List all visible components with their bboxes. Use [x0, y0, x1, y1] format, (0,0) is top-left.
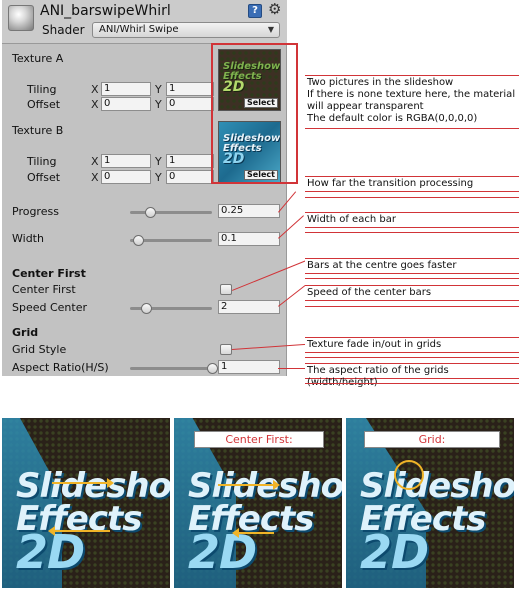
texture-a-tiling-y-field[interactable]: 1 — [166, 82, 214, 96]
texture-a-tiling-x-field[interactable]: 1 — [101, 82, 151, 96]
width-field[interactable]: 0.1 — [218, 232, 280, 246]
shader-dropdown-value: ANI/Whirl Swipe — [99, 24, 179, 35]
texture-b-offset-label: Offset — [27, 171, 61, 184]
width-slider-thumb[interactable] — [132, 235, 144, 246]
texture-b-tiling-y-field[interactable]: 1 — [166, 154, 214, 168]
arrow-right-icon — [218, 480, 280, 490]
note-center-first-underline — [305, 278, 519, 279]
preview-center-first-caption: Center First: — [194, 431, 324, 448]
preview-grid-caption: Grid: — [364, 431, 500, 448]
preview-grid: Grid: Slideshow Effects 2D — [346, 418, 514, 588]
center-first-label: Center First — [12, 283, 76, 296]
shader-label: Shader — [42, 23, 85, 37]
texture-a-offset-label: Offset — [27, 98, 61, 111]
texture-b-tiling-label: Tiling — [27, 155, 57, 168]
note-progress: How far the transition processing — [305, 176, 519, 192]
progress-slider-thumb[interactable] — [145, 207, 156, 218]
chevron-down-icon: ▼ — [267, 25, 274, 34]
preview-default-logo: Slideshow Effects 2D — [16, 466, 170, 579]
speed-center-label: Speed Center — [12, 301, 88, 314]
arrow-right-icon — [52, 478, 114, 488]
texture-a-tiling-y-axis: Y — [155, 83, 162, 96]
aspect-ratio-field[interactable]: 1 — [218, 360, 280, 374]
texture-a-offset-x-field[interactable]: 0 — [101, 97, 151, 111]
progress-label: Progress — [12, 205, 59, 218]
grid-section-title: Grid — [12, 326, 39, 339]
material-title: ANI_barswipeWhirl — [40, 3, 171, 19]
texture-a-tiling-label: Tiling — [27, 83, 57, 96]
note-aspect-underline — [305, 383, 519, 384]
help-book-icon[interactable]: ? — [248, 4, 262, 18]
note-aspect: The aspect ratio of the grids (width/hei… — [305, 363, 519, 388]
textures-highlight-box — [211, 43, 298, 184]
width-label: Width — [12, 232, 44, 245]
preview-default: Slideshow Effects 2D — [2, 418, 170, 588]
note-aspect-leader — [278, 368, 306, 369]
progress-slider-track[interactable] — [130, 211, 212, 214]
center-first-checkbox[interactable] — [220, 284, 232, 295]
speed-center-field[interactable]: 2 — [218, 300, 280, 314]
arrow-left-icon — [232, 528, 274, 538]
speed-center-slider-thumb[interactable] — [140, 303, 152, 314]
aspect-ratio-label: Aspect Ratio(H/S) — [12, 361, 109, 374]
texture-a-offset-y-axis: Y — [155, 98, 162, 111]
grid-style-label: Grid Style — [12, 343, 67, 356]
texture-b-label: Texture B — [12, 124, 64, 137]
grid-style-checkbox[interactable] — [220, 344, 232, 355]
note-width-underline — [305, 232, 519, 233]
note-progress-underline — [305, 197, 519, 198]
highlight-circle-icon — [394, 460, 424, 490]
note-textures: Two pictures in the slideshow If there i… — [305, 75, 519, 129]
note-grid-style-underline — [305, 357, 519, 358]
texture-a-offset-y-field[interactable]: 0 — [166, 97, 214, 111]
texture-b-offset-y-field[interactable]: 0 — [166, 170, 214, 184]
inspector-header: ANI_barswipeWhirl ? ⚙ Shader ANI/Whirl S… — [2, 0, 287, 44]
arrow-left-icon — [48, 526, 110, 536]
material-sphere-icon — [8, 5, 34, 31]
note-speed-center: Speed of the center bars — [305, 285, 519, 301]
texture-b-offset-x-axis: X — [91, 171, 99, 184]
texture-b-tiling-x-axis: X — [91, 155, 99, 168]
texture-a-tiling-x-axis: X — [91, 83, 99, 96]
note-center-first: Bars at the centre goes faster — [305, 258, 519, 274]
texture-b-offset-y-axis: Y — [155, 171, 162, 184]
aspect-ratio-slider-track[interactable] — [130, 367, 212, 370]
texture-b-tiling-y-axis: Y — [155, 155, 162, 168]
center-first-section-title: Center First — [12, 267, 86, 280]
texture-b-tiling-x-field[interactable]: 1 — [101, 154, 151, 168]
note-grid-style: Texture fade in/out in grids — [305, 337, 519, 353]
gear-icon[interactable]: ⚙ — [268, 1, 281, 17]
shader-dropdown[interactable]: ANI/Whirl Swipe ▼ — [92, 22, 280, 38]
progress-field[interactable]: 0.25 — [218, 204, 280, 218]
texture-a-offset-x-axis: X — [91, 98, 99, 111]
preview-grid-logo: Slideshow Effects 2D — [360, 466, 514, 579]
aspect-ratio-slider-thumb[interactable] — [206, 363, 218, 374]
texture-b-offset-x-field[interactable]: 0 — [101, 170, 151, 184]
preview-center-first: Center First: Slideshow Effects 2D — [174, 418, 342, 588]
texture-a-label: Texture A — [12, 52, 64, 65]
note-speed-center-underline — [305, 306, 519, 307]
note-width: Width of each bar — [305, 212, 519, 228]
